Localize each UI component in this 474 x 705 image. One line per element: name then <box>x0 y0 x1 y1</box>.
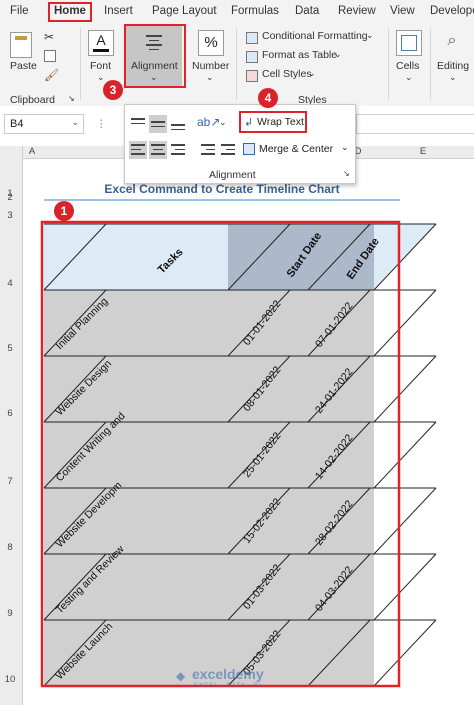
diagonal-border <box>373 619 437 687</box>
decrease-indent-icon[interactable] <box>199 141 217 159</box>
diagonal-border <box>373 553 437 621</box>
watermark-name: exceldemy <box>192 666 264 682</box>
align-right-icon[interactable] <box>169 141 187 159</box>
middle-align-icon[interactable] <box>149 115 167 133</box>
merge-center-label: Merge & Center <box>259 143 334 155</box>
align-center-icon[interactable] <box>149 141 167 159</box>
bottom-align-icon[interactable] <box>169 115 187 133</box>
chevron-down-icon: ⌄ <box>341 142 349 152</box>
wrap-text-label: Wrap Text <box>257 116 304 128</box>
merge-center-button[interactable]: Merge & Center ⌄ <box>241 141 351 161</box>
alignment-dropdown-panel: ab↗ ⌄ ↲ Wrap Text Merge & Center ⌄ Align… <box>124 104 356 184</box>
watermark: ◆ exceldemy EXCEL · DATA · BI <box>176 666 326 692</box>
chevron-down-icon: ⌄ <box>219 117 227 127</box>
watermark-tagline: EXCEL · DATA · BI <box>194 683 262 689</box>
top-align-icon[interactable] <box>129 115 147 133</box>
diagonal-border <box>373 487 437 555</box>
alignment-group-label: Alignment <box>209 169 256 181</box>
merge-center-icon <box>243 143 255 155</box>
align-left-icon[interactable] <box>129 141 147 159</box>
step-badge-1: 1 <box>54 201 74 221</box>
header-cell-bg <box>44 224 228 290</box>
wrap-text-icon: ↲ <box>244 117 254 129</box>
increase-indent-icon[interactable] <box>219 141 237 159</box>
wrap-text-button[interactable]: ↲ Wrap Text <box>239 111 307 133</box>
diagonal-border <box>373 355 437 423</box>
orientation-icon[interactable]: ab↗ <box>197 115 220 129</box>
watermark-logo-icon: ◆ <box>176 669 186 683</box>
step-badge-4: 4 <box>258 88 278 108</box>
diagonal-border <box>373 421 437 489</box>
diagonal-border <box>373 289 437 357</box>
dialog-launcher-icon[interactable]: ↘ <box>343 169 350 178</box>
